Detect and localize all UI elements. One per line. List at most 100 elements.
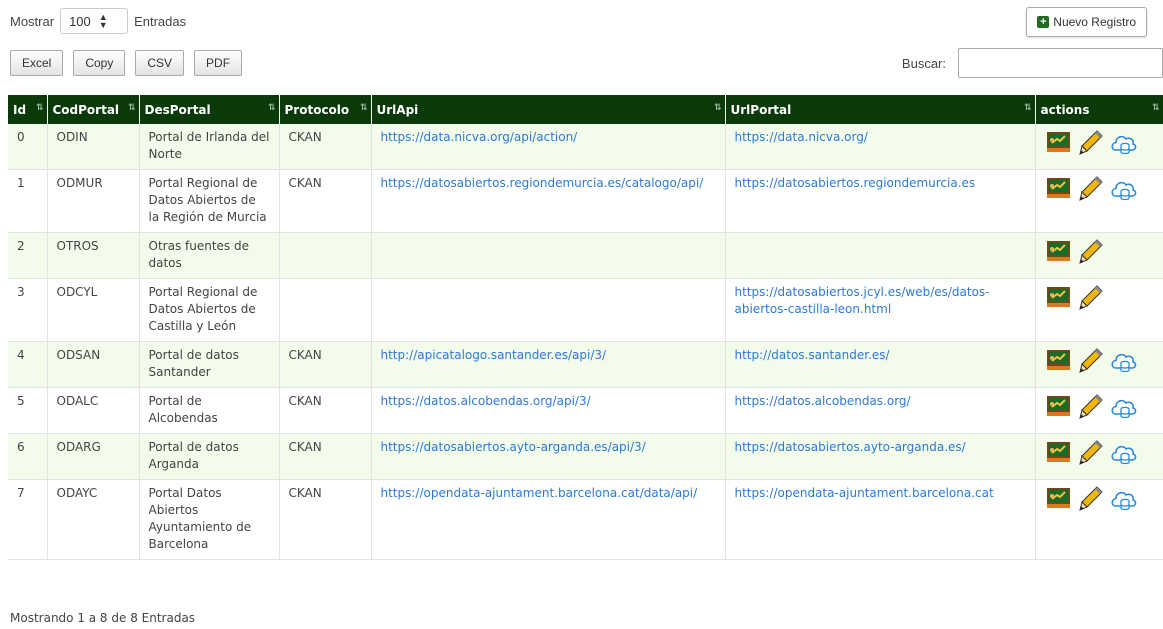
cell-urlportal-link[interactable]: http://datos.santander.es/ [725, 341, 1036, 388]
cell-id: 3 [8, 278, 48, 342]
search-box: Buscar: [902, 48, 1163, 78]
cell-actions [1035, 479, 1163, 560]
length-suffix: Entradas [134, 13, 187, 29]
presentation-board-icon[interactable] [1045, 347, 1073, 375]
pencil-icon[interactable] [1077, 393, 1105, 421]
cell-urlportal-link[interactable]: https://datosabiertos.regiondemurcia.es [725, 169, 1036, 233]
table-row: 3 ODCYL Portal Regional de Datos Abierto… [8, 278, 1163, 342]
table-info: Mostrando 1 a 8 de 8 Entradas [10, 611, 196, 625]
pencil-icon[interactable] [1077, 284, 1105, 312]
table-row: 6 ODARG Portal de datos Arganda CKAN htt… [8, 433, 1163, 480]
sort-icon: ⇅ [1151, 103, 1160, 113]
cloud-database-icon[interactable] [1109, 175, 1137, 203]
col-header-codportal[interactable]: CodPortal ⇅ [47, 95, 140, 124]
csv-button[interactable]: CSV [135, 50, 185, 76]
cell-desportal: Portal de datos Santander [139, 341, 280, 388]
presentation-board-icon[interactable] [1045, 393, 1073, 421]
cell-urlapi-link[interactable]: https://opendata-ajuntament.barcelona.ca… [371, 479, 726, 560]
cell-actions [1035, 278, 1163, 342]
search-label: Buscar: [901, 55, 946, 71]
cloud-database-icon[interactable] [1109, 439, 1137, 467]
cell-protocolo: CKAN [279, 341, 372, 388]
cell-desportal: Portal de Alcobendas [139, 387, 280, 434]
sort-icon: ⇅ [1023, 103, 1032, 113]
col-header-protocolo[interactable]: Protocolo ⇅ [279, 95, 372, 124]
presentation-board-icon[interactable] [1045, 238, 1073, 266]
search-input[interactable] [958, 48, 1163, 78]
cell-urlapi-link[interactable]: https://datosabiertos.ayto-arganda.es/ap… [371, 433, 726, 480]
table-row: 1 ODMUR Portal Regional de Datos Abierto… [8, 169, 1163, 233]
pencil-icon[interactable] [1077, 439, 1105, 467]
length-prefix: Mostrar [10, 13, 55, 29]
sort-icon: ⇅ [713, 103, 722, 113]
cell-id: 7 [8, 479, 48, 560]
presentation-board-icon[interactable] [1045, 129, 1073, 157]
pencil-icon[interactable] [1077, 238, 1105, 266]
cell-actions [1035, 433, 1163, 480]
cell-urlportal-link[interactable]: https://data.nicva.org/ [725, 124, 1036, 170]
cloud-database-icon[interactable] [1109, 393, 1137, 421]
cell-urlportal-link[interactable]: https://datos.alcobendas.org/ [725, 387, 1036, 434]
cell-urlportal-link[interactable]: https://opendata-ajuntament.barcelona.ca… [725, 479, 1036, 560]
cell-id: 6 [8, 433, 48, 480]
cloud-database-icon[interactable] [1109, 485, 1137, 513]
presentation-board-icon[interactable] [1045, 485, 1073, 513]
excel-button[interactable]: Excel [10, 50, 64, 76]
cell-desportal: Otras fuentes de datos [139, 232, 280, 279]
cell-urlapi-link[interactable] [371, 232, 726, 279]
cell-protocolo: CKAN [279, 479, 372, 560]
cloud-database-icon[interactable] [1109, 129, 1137, 157]
cell-urlportal-link[interactable]: https://datosabiertos.jcyl.es/web/es/dat… [725, 278, 1036, 342]
new-record-label: Nuevo Registro [1053, 15, 1136, 29]
table-row: 7 ODAYC Portal Datos Abiertos Ayuntamien… [8, 479, 1163, 560]
pencil-icon[interactable] [1077, 129, 1105, 157]
cell-desportal: Portal Regional de Datos Abiertos de la … [139, 169, 280, 233]
col-header-urlapi[interactable]: UrlApi ⇅ [371, 95, 726, 124]
cell-urlapi-link[interactable]: http://apicatalogo.santander.es/api/3/ [371, 341, 726, 388]
cell-urlapi-link[interactable] [371, 278, 726, 342]
pencil-icon[interactable] [1077, 175, 1105, 203]
cell-urlapi-link[interactable]: https://data.nicva.org/api/action/ [371, 124, 726, 170]
cell-desportal: Portal de Irlanda del Norte [139, 124, 280, 170]
cell-actions [1035, 232, 1163, 279]
sort-icon: ⇅ [359, 103, 368, 113]
cell-urlapi-link[interactable]: https://datos.alcobendas.org/api/3/ [371, 387, 726, 434]
pencil-icon[interactable] [1077, 347, 1105, 375]
cell-codportal: ODIN [47, 124, 140, 170]
cell-protocolo: CKAN [279, 387, 372, 434]
cell-id: 5 [8, 387, 48, 434]
col-header-id[interactable]: Id ⇅ [8, 95, 48, 124]
new-record-button[interactable]: + Nuevo Registro [1026, 7, 1147, 37]
table-header-row: Id ⇅ CodPortal ⇅ DesPortal ⇅ Protocolo ⇅ Url… [8, 95, 1163, 124]
cell-codportal: ODMUR [47, 169, 140, 233]
col-header-actions[interactable]: actions ⇅ [1035, 95, 1163, 124]
col-header-urlportal[interactable]: UrlPortal ⇅ [725, 95, 1036, 124]
cell-urlapi-link[interactable]: https://datosabiertos.regiondemurcia.es/… [371, 169, 726, 233]
cell-id: 0 [8, 124, 48, 170]
cloud-database-icon[interactable] [1109, 347, 1137, 375]
table-row: 2 OTROS Otras fuentes de datos [8, 232, 1163, 279]
cell-urlportal-link[interactable] [725, 232, 1036, 279]
col-header-desportal[interactable]: DesPortal ⇅ [139, 95, 280, 124]
cell-protocolo: CKAN [279, 169, 372, 233]
cell-codportal: ODCYL [47, 278, 140, 342]
cell-codportal: OTROS [47, 232, 140, 279]
cell-codportal: ODALC [47, 387, 140, 434]
table-body: 0 ODIN Portal de Irlanda del Norte CKAN … [8, 124, 1163, 560]
entries-per-page-select[interactable]: 100 ▲ ▼ [60, 8, 129, 34]
table-row: 0 ODIN Portal de Irlanda del Norte CKAN … [8, 124, 1163, 170]
cell-urlportal-link[interactable]: https://datosabiertos.ayto-arganda.es/ [725, 433, 1036, 480]
copy-button[interactable]: Copy [73, 50, 126, 76]
portals-table: Id ⇅ CodPortal ⇅ DesPortal ⇅ Protocolo ⇅ Url… [8, 95, 1163, 560]
presentation-board-icon[interactable] [1045, 175, 1073, 203]
cell-id: 4 [8, 341, 48, 388]
pdf-button[interactable]: PDF [194, 50, 243, 76]
table-row: 5 ODALC Portal de Alcobendas CKAN https:… [8, 387, 1163, 434]
table-row: 4 ODSAN Portal de datos Santander CKAN h… [8, 341, 1163, 388]
cell-protocolo [279, 232, 372, 279]
pencil-icon[interactable] [1077, 485, 1105, 513]
presentation-board-icon[interactable] [1045, 284, 1073, 312]
presentation-board-icon[interactable] [1045, 439, 1073, 467]
entries-per-page-value: 100 [69, 13, 91, 29]
cell-protocolo [279, 278, 372, 342]
